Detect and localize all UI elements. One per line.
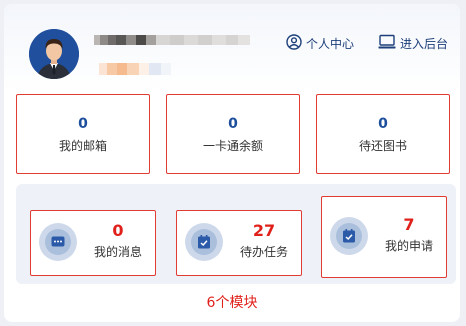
module-my-applications-value: 7 <box>403 215 415 234</box>
message-icon <box>39 223 77 261</box>
module-my-messages-label: 我的消息 <box>93 245 142 259</box>
stat-mailbox[interactable]: 0 我的邮箱 <box>16 94 150 174</box>
module-my-messages-value: 0 <box>112 221 124 240</box>
enter-backend-link[interactable]: 进入后台 <box>378 34 448 53</box>
stat-books-due[interactable]: 0 待还图书 <box>316 94 450 174</box>
enter-backend-label: 进入后台 <box>400 37 449 51</box>
avatar <box>29 29 79 79</box>
stat-card-balance-value: 0 <box>228 115 238 132</box>
module-my-applications-label: 我的申请 <box>384 239 433 253</box>
profile-header: 个人中心 进入后台 <box>4 4 460 92</box>
module-pending-tasks-label: 待办任务 <box>239 245 288 259</box>
stat-mailbox-value: 0 <box>78 115 88 132</box>
module-pending-tasks[interactable]: 27 待办任务 <box>176 210 302 276</box>
stat-books-due-value: 0 <box>378 115 388 132</box>
redacted-role <box>99 60 179 75</box>
monitor-icon <box>378 34 396 53</box>
stat-books-due-label: 待还图书 <box>358 138 407 153</box>
module-my-messages[interactable]: 0 我的消息 <box>30 210 156 276</box>
personal-center-link[interactable]: 个人中心 <box>286 34 354 53</box>
user-circle-icon <box>286 34 302 53</box>
stat-card-balance[interactable]: 0 一卡通余额 <box>166 94 300 174</box>
personal-center-label: 个人中心 <box>306 37 355 51</box>
module-pending-tasks-value: 27 <box>252 221 276 240</box>
task-check-icon <box>185 223 223 261</box>
stat-card-balance-label: 一卡通余额 <box>202 138 263 153</box>
modules-count-caption: 6个模块 <box>206 295 258 311</box>
redacted-username <box>94 32 254 46</box>
module-my-applications[interactable]: 7 我的申请 <box>321 196 447 278</box>
user-dashboard-card: 个人中心 进入后台 0 我的邮箱 0 一卡通余额 0 待还图书 0 我的消息 2… <box>4 4 460 322</box>
application-check-icon <box>330 217 368 255</box>
stat-mailbox-label: 我的邮箱 <box>58 138 107 153</box>
